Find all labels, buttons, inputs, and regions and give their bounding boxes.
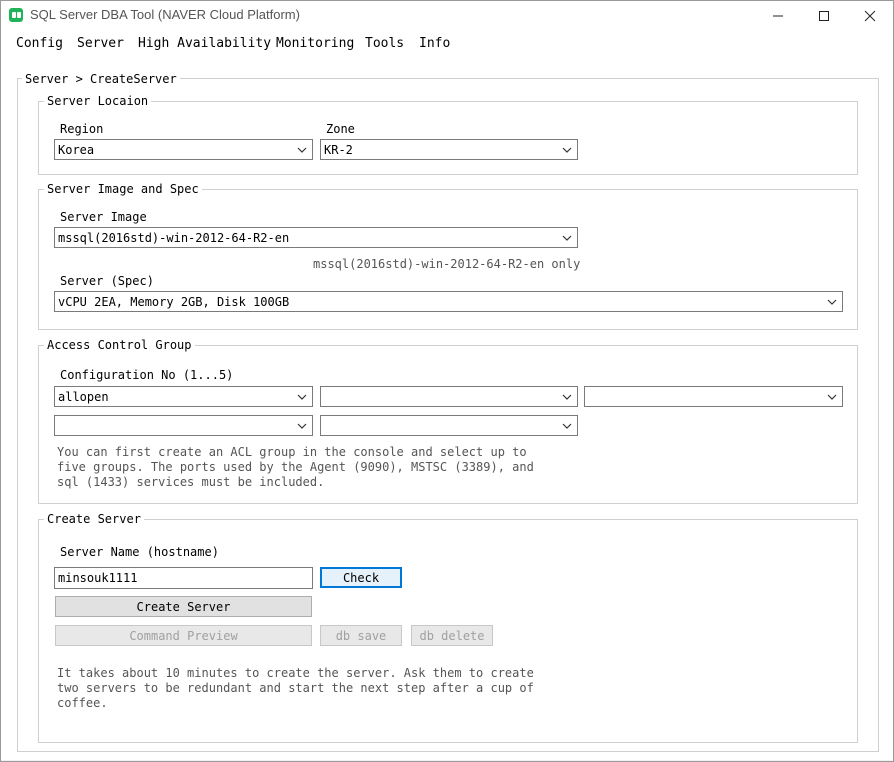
chevron-down-icon — [827, 394, 837, 400]
acg-select-2[interactable] — [320, 386, 578, 407]
acg-select-4[interactable] — [54, 415, 313, 436]
create-hint-line: two servers to be redundant and start th… — [57, 681, 534, 695]
close-icon — [864, 10, 876, 22]
create-hint: It takes about 10 minutes to create the … — [57, 666, 534, 711]
chevron-down-icon — [297, 147, 307, 153]
server-spec-select[interactable]: vCPU 2EA, Memory 2GB, Disk 100GB — [54, 291, 843, 312]
server-image-label: Server Image — [60, 210, 147, 224]
menu-tools[interactable]: Tools — [365, 36, 404, 51]
menu-config[interactable]: Config — [16, 36, 63, 51]
breadcrumb: Server > CreateServer — [22, 72, 180, 86]
chevron-down-icon — [827, 299, 837, 305]
acg-legend: Access Control Group — [44, 338, 195, 352]
menu-high-availability[interactable]: High Availability — [138, 36, 271, 51]
acg-hint-line: sql (1433) services must be included. — [57, 475, 325, 489]
location-legend: Server Locaion — [44, 94, 152, 108]
acg-select-1[interactable]: allopen — [54, 386, 313, 407]
region-select[interactable]: Korea — [54, 139, 313, 160]
db-delete-button[interactable]: db delete — [411, 625, 493, 646]
menu-monitoring[interactable]: Monitoring — [276, 36, 354, 51]
acg-select-3[interactable] — [584, 386, 843, 407]
acg-hint-line: You can first create an ACL group in the… — [57, 445, 527, 459]
acg-config-label: Configuration No (1...5) — [60, 368, 234, 382]
server-image-note: mssql(2016std)-win-2012-64-R2-en only — [313, 257, 581, 271]
db-save-button[interactable]: db save — [320, 625, 402, 646]
close-button[interactable] — [847, 1, 893, 31]
server-image-select[interactable]: mssql(2016std)-win-2012-64-R2-en — [54, 227, 578, 248]
hostname-input-box[interactable] — [54, 567, 313, 589]
chevron-down-icon — [562, 147, 572, 153]
hostname-input[interactable] — [55, 568, 312, 588]
chevron-down-icon — [562, 423, 572, 429]
region-label: Region — [60, 122, 104, 136]
create-server-button[interactable]: Create Server — [55, 596, 312, 617]
window-title: SQL Server DBA Tool (NAVER Cloud Platfor… — [30, 7, 300, 22]
maximize-icon — [819, 11, 829, 21]
minimize-button[interactable] — [755, 1, 801, 31]
maximize-button[interactable] — [801, 1, 847, 31]
minimize-icon — [773, 15, 783, 17]
menu-info[interactable]: Info — [419, 36, 450, 51]
zone-value: KR-2 — [324, 143, 353, 157]
chevron-down-icon — [562, 394, 572, 400]
create-hint-line: It takes about 10 minutes to create the … — [57, 666, 534, 680]
server-spec-value: vCPU 2EA, Memory 2GB, Disk 100GB — [58, 295, 290, 309]
acg-select-5[interactable] — [320, 415, 578, 436]
chevron-down-icon — [562, 235, 572, 241]
command-preview-button[interactable]: Command Preview — [55, 625, 312, 646]
check-button[interactable]: Check — [320, 567, 402, 588]
image-spec-legend: Server Image and Spec — [44, 182, 202, 196]
chevron-down-icon — [297, 394, 307, 400]
acg-hint-line: five groups. The ports used by the Agent… — [57, 460, 534, 474]
acg-value-1: allopen — [58, 390, 109, 404]
server-image-value: mssql(2016std)-win-2012-64-R2-en — [58, 231, 290, 245]
app-icon — [9, 8, 23, 22]
create-server-legend: Create Server — [44, 512, 144, 526]
region-value: Korea — [58, 143, 95, 157]
server-spec-label: Server (Spec) — [60, 274, 154, 288]
acg-hint: You can first create an ACL group in the… — [57, 445, 534, 490]
zone-select[interactable]: KR-2 — [320, 139, 578, 160]
create-hint-line: coffee. — [57, 696, 108, 710]
menu-server[interactable]: Server — [77, 36, 124, 51]
location-group — [38, 101, 858, 175]
chevron-down-icon — [297, 423, 307, 429]
hostname-label: Server Name (hostname) — [60, 545, 219, 559]
zone-label: Zone — [326, 122, 355, 136]
